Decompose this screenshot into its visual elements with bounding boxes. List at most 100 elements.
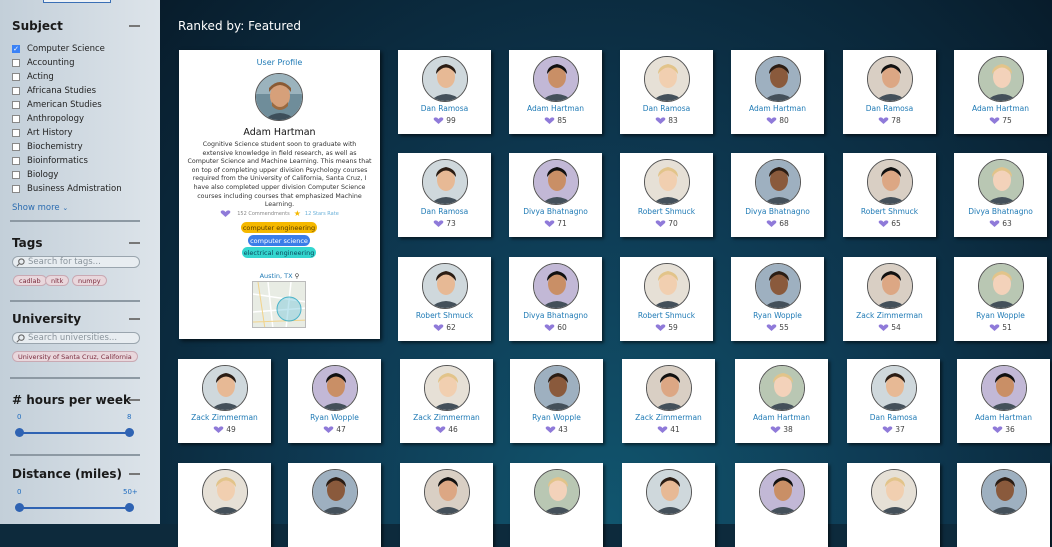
tag-pill[interactable]: computer science (248, 235, 310, 246)
subject-checkbox-item[interactable]: Anthropology (12, 113, 84, 125)
user-card[interactable]: Dan Ramosa 73 (398, 153, 491, 237)
user-card[interactable]: Dan Ramosa 78 (843, 50, 936, 134)
hours-slider-min-handle[interactable] (15, 428, 24, 437)
user-card[interactable]: Adam Hartman 36 (957, 359, 1050, 443)
user-card[interactable]: Dan Ramosa 83 (620, 50, 713, 134)
user-card[interactable]: Zack Zimmerman 54 (843, 257, 936, 341)
card-name[interactable]: Zack Zimmerman (178, 413, 271, 422)
card-name[interactable]: Adam Hartman (509, 104, 602, 113)
subject-checkbox-item[interactable]: Biology (12, 169, 58, 181)
card-name[interactable]: Ryan Wopple (510, 413, 603, 422)
user-card[interactable]: Dan Ramosa 99 (398, 50, 491, 134)
checkbox[interactable] (12, 171, 20, 179)
user-card[interactable]: Zack Zimmerman 41 (622, 359, 715, 443)
location-map[interactable] (252, 281, 306, 328)
card-name[interactable]: Ryan Wopple (954, 311, 1047, 320)
user-card[interactable]: Divya Bhatnagno 68 (731, 153, 824, 237)
subject-checkbox-item[interactable]: Bioinformatics (12, 155, 88, 167)
user-card[interactable] (622, 463, 715, 547)
subject-checkbox-item[interactable]: Acting (12, 71, 54, 83)
user-card[interactable]: Robert Shmuck 62 (398, 257, 491, 341)
subject-checkbox-item[interactable]: Business Admistration (12, 183, 122, 195)
card-name[interactable]: Robert Shmuck (620, 311, 713, 320)
show-more-link[interactable]: Show more ⌄ (12, 203, 68, 213)
card-name[interactable]: Adam Hartman (735, 413, 828, 422)
user-card[interactable]: Dan Ramosa 37 (847, 359, 940, 443)
distance-slider-track[interactable] (19, 507, 130, 509)
checkbox[interactable]: ✓ (12, 45, 20, 53)
user-card[interactable]: Ryan Wopple 43 (510, 359, 603, 443)
university-search-input[interactable]: Search universities... (12, 332, 140, 344)
checkbox[interactable] (12, 59, 20, 67)
tag-pill[interactable]: computer engineering (241, 222, 317, 233)
tag-chip[interactable]: cadlab (13, 275, 47, 286)
checkbox[interactable] (12, 157, 20, 165)
subject-checkbox-item[interactable]: ✓ Computer Science (12, 43, 105, 55)
user-card[interactable]: Zack Zimmerman 49 (178, 359, 271, 443)
hours-slider-track[interactable] (19, 432, 130, 434)
subject-collapse-button[interactable] (129, 25, 140, 27)
hours-slider-max-handle[interactable] (125, 428, 134, 437)
user-card[interactable]: Ryan Wopple 55 (731, 257, 824, 341)
university-collapse-button[interactable] (129, 318, 140, 320)
subject-checkbox-item[interactable]: Biochemistry (12, 141, 83, 153)
card-name[interactable]: Dan Ramosa (847, 413, 940, 422)
subject-checkbox-item[interactable]: Accounting (12, 57, 74, 69)
user-card[interactable] (510, 463, 603, 547)
card-name[interactable]: Zack Zimmerman (622, 413, 715, 422)
user-card[interactable]: Robert Shmuck 65 (843, 153, 936, 237)
card-name[interactable]: Robert Shmuck (398, 311, 491, 320)
user-card[interactable]: Adam Hartman 75 (954, 50, 1047, 134)
checkbox[interactable] (12, 115, 20, 123)
user-card[interactable]: Adam Hartman 38 (735, 359, 828, 443)
card-name[interactable]: Dan Ramosa (843, 104, 936, 113)
user-card[interactable]: Divya Bhatnagno 60 (509, 257, 602, 341)
checkbox[interactable] (12, 101, 20, 109)
user-card[interactable] (400, 463, 493, 547)
card-name[interactable]: Adam Hartman (954, 104, 1047, 113)
card-name[interactable]: Ryan Wopple (731, 311, 824, 320)
checkbox[interactable] (12, 185, 20, 193)
card-name[interactable]: Adam Hartman (957, 413, 1050, 422)
subject-checkbox-item[interactable]: Africana Studies (12, 85, 96, 97)
user-card[interactable] (735, 463, 828, 547)
university-chip[interactable]: University of Santa Cruz, California (12, 351, 138, 362)
checkbox[interactable] (12, 129, 20, 137)
card-name[interactable]: Adam Hartman (731, 104, 824, 113)
user-card[interactable] (957, 463, 1050, 547)
card-name[interactable]: Dan Ramosa (398, 207, 491, 216)
user-card[interactable] (847, 463, 940, 547)
card-name[interactable]: Robert Shmuck (620, 207, 713, 216)
card-name[interactable]: Zack Zimmerman (843, 311, 936, 320)
tag-pill[interactable]: electrical engineering (242, 247, 316, 258)
card-name[interactable]: Zack Zimmerman (400, 413, 493, 422)
checkbox[interactable] (12, 143, 20, 151)
tags-search-input[interactable]: Search for tags... (12, 256, 140, 268)
user-card[interactable] (178, 463, 271, 547)
user-card[interactable] (288, 463, 381, 547)
tag-chip[interactable]: numpy (72, 275, 107, 286)
top-button[interactable] (43, 0, 111, 3)
distance-slider-min-handle[interactable] (15, 503, 24, 512)
card-name[interactable]: Ryan Wopple (288, 413, 381, 422)
user-card[interactable]: Robert Shmuck 70 (620, 153, 713, 237)
card-name[interactable]: Robert Shmuck (843, 207, 936, 216)
user-card[interactable]: Ryan Wopple 47 (288, 359, 381, 443)
user-card[interactable]: Adam Hartman 80 (731, 50, 824, 134)
subject-checkbox-item[interactable]: American Studies (12, 99, 102, 111)
tag-chip[interactable]: nltk (45, 275, 70, 286)
user-card[interactable]: Divya Bhatnagno 71 (509, 153, 602, 237)
hours-collapse-button[interactable] (129, 399, 140, 401)
user-card[interactable]: Robert Shmuck 59 (620, 257, 713, 341)
user-card[interactable]: Divya Bhatnagno 63 (954, 153, 1047, 237)
tags-collapse-button[interactable] (129, 242, 140, 244)
checkbox[interactable] (12, 73, 20, 81)
distance-collapse-button[interactable] (129, 473, 140, 475)
user-card[interactable]: Zack Zimmerman 46 (400, 359, 493, 443)
user-card[interactable]: Adam Hartman 85 (509, 50, 602, 134)
checkbox[interactable] (12, 87, 20, 95)
user-card[interactable]: Ryan Wopple 51 (954, 257, 1047, 341)
card-name[interactable]: Divya Bhatnagno (954, 207, 1047, 216)
card-name[interactable]: Divya Bhatnagno (509, 207, 602, 216)
card-name[interactable]: Divya Bhatnagno (731, 207, 824, 216)
